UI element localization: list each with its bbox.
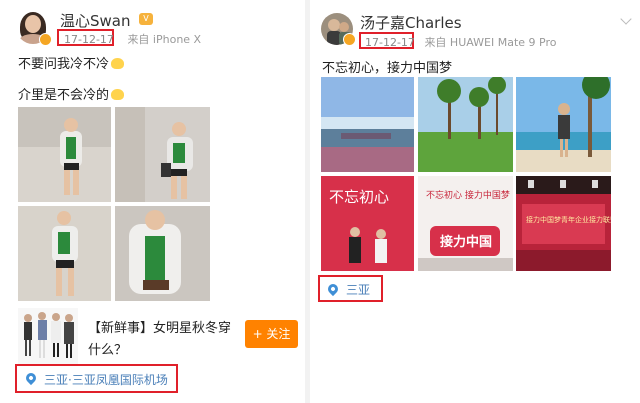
post-date: 17-12-17 xyxy=(365,36,415,49)
verified-badge-icon xyxy=(39,33,52,46)
post-text-line-1: 不要问我冷不冷 xyxy=(18,53,125,72)
location-label[interactable]: 三亚·三亚凤凰国际机场 xyxy=(44,371,168,388)
post-photo-3[interactable] xyxy=(516,77,611,172)
post-photo-4[interactable] xyxy=(115,206,210,301)
right-weibo-post: 汤子嘉Charles 17-12-17 来自 HUAWEI Mate 9 Pro… xyxy=(310,0,640,403)
location-label[interactable]: 三亚 xyxy=(346,281,370,298)
username[interactable]: 汤子嘉Charles xyxy=(360,12,462,33)
post-photo-1[interactable] xyxy=(321,77,414,172)
verified-badge-icon xyxy=(343,33,356,46)
post-source: 来自 HUAWEI Mate 9 Pro xyxy=(424,36,557,49)
post-photo-1[interactable] xyxy=(18,107,111,202)
post-date: 17-12-17 xyxy=(64,33,114,46)
laugh-emoji-icon xyxy=(111,89,125,100)
follow-button[interactable]: + 关注 xyxy=(245,320,298,348)
photo-caption: 不忘初心 xyxy=(329,188,389,206)
username[interactable]: 温心Swan xyxy=(60,10,131,31)
post-photo-2[interactable] xyxy=(418,77,513,172)
post-text-line-1: 不忘初心，接力中国梦 xyxy=(322,61,453,76)
post-photo-5[interactable]: 不忘初心 接力中国梦 接力中国 xyxy=(418,176,513,271)
photo-caption: 接力中国梦青年企业接力联盟会 xyxy=(526,215,611,224)
left-weibo-post: 温心Swan V 17-12-17 来自 iPhone X 不要问我冷不冷 介里… xyxy=(0,0,305,403)
post-photo-3[interactable] xyxy=(18,206,111,301)
related-thumbnail[interactable] xyxy=(18,308,78,364)
post-photo-6[interactable]: 接力中国梦青年企业接力联盟会 xyxy=(516,176,611,271)
post-meta: 17-12-17 来自 HUAWEI Mate 9 Pro xyxy=(361,34,557,50)
post-photo-4[interactable]: 不忘初心 xyxy=(321,176,414,271)
post-meta: 17-12-17 来自 iPhone X xyxy=(60,31,201,47)
photo-caption: 不忘初心 接力中国梦 xyxy=(426,189,510,201)
photo-caption: 接力中国 xyxy=(440,234,492,250)
smile-emoji-icon xyxy=(111,58,125,69)
post-photo-2[interactable] xyxy=(115,107,210,202)
post-source: 来自 iPhone X xyxy=(127,33,202,46)
post-text-line-2: 介里是不会冷的 xyxy=(18,84,125,103)
vip-badge-icon: V xyxy=(139,13,153,25)
related-title[interactable]: 【新鲜事】女明星秋冬穿什么？ xyxy=(88,318,238,362)
chevron-down-icon[interactable] xyxy=(620,13,632,25)
